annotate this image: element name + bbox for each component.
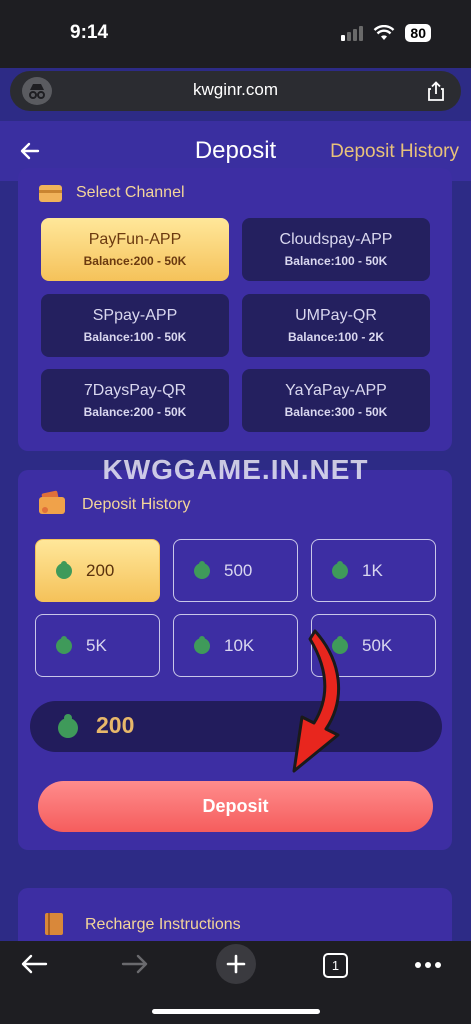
battery-indicator: 80 <box>405 24 431 42</box>
channel-balance: Balance:200 - 50K <box>83 254 187 268</box>
deposit-amount-title: Deposit History <box>82 496 191 513</box>
plus-icon <box>226 954 246 974</box>
deposit-button[interactable]: Deposit <box>38 781 433 832</box>
home-indicator <box>152 1009 320 1014</box>
browser-forward-icon[interactable] <box>121 952 149 976</box>
amount-label: 10K <box>224 636 255 655</box>
channel-name: SPpay-APP <box>92 307 178 324</box>
channel-name: 7DaysPay-QR <box>83 382 187 399</box>
channel-name: YaYaPay-APP <box>285 382 387 399</box>
amount-label: 50K <box>362 636 393 655</box>
channel-umpay-qr[interactable]: UMPay-QR Balance:100 - 2K <box>242 294 430 357</box>
select-channel-title: Select Channel <box>76 184 185 201</box>
channel-sppay-app[interactable]: SPpay-APP Balance:100 - 50K <box>41 294 229 357</box>
channel-yayapay-app[interactable]: YaYaPay-APP Balance:300 - 50K <box>242 369 430 432</box>
new-tab-button[interactable] <box>216 944 256 984</box>
channel-payfun-app[interactable]: PayFun-APP Balance:200 - 50K <box>41 218 229 281</box>
cellular-signal-icon <box>341 25 364 41</box>
recharge-instructions-title: Recharge Instructions <box>85 916 241 933</box>
money-bag-icon <box>194 636 210 654</box>
channel-balance: Balance:300 - 50K <box>284 405 388 419</box>
more-options-icon[interactable] <box>414 961 442 969</box>
wallet-card-icon <box>39 185 62 202</box>
money-bag-icon <box>56 636 72 654</box>
channel-card: Select Channel PayFun-APP Balance:200 - … <box>18 168 452 451</box>
amount-label: 5K <box>86 636 107 655</box>
red-arrow-annotation <box>292 629 340 773</box>
book-icon <box>45 913 63 935</box>
channel-balance: Balance:100 - 50K <box>284 254 388 268</box>
money-bag-icon <box>58 714 78 738</box>
share-icon[interactable] <box>427 81 445 101</box>
channel-7dayspay-qr[interactable]: 7DaysPay-QR Balance:200 - 50K <box>41 369 229 432</box>
amount-option-5k[interactable]: 5K <box>35 614 160 677</box>
watermark: KWGGAME.IN.NET <box>102 454 369 485</box>
deposit-history-link[interactable]: Deposit History <box>330 141 459 163</box>
status-bar: 9:14 80 <box>0 0 471 68</box>
amount-label: 1K <box>362 561 383 580</box>
channel-name: UMPay-QR <box>295 307 377 324</box>
amount-input-value: 200 <box>96 712 135 738</box>
browser-back-icon[interactable] <box>20 952 48 976</box>
amount-label: 200 <box>86 561 115 580</box>
amount-label: 500 <box>224 561 253 580</box>
wallet-icon <box>39 490 65 514</box>
tab-count-button[interactable]: 1 <box>323 953 348 978</box>
amount-option-200[interactable]: 200 <box>35 539 160 602</box>
channel-cloudspay-app[interactable]: Cloudspay-APP Balance:100 - 50K <box>242 218 430 281</box>
tab-count: 1 <box>331 958 340 973</box>
amount-option-500[interactable]: 500 <box>173 539 298 602</box>
address-bar[interactable]: kwginr.com <box>10 71 461 111</box>
money-bag-icon <box>56 561 72 579</box>
url-text[interactable]: kwginr.com <box>10 80 461 100</box>
money-bag-icon <box>194 561 210 579</box>
channel-name: PayFun-APP <box>88 231 182 248</box>
status-time: 9:14 <box>70 22 109 43</box>
wifi-icon <box>374 25 395 40</box>
status-icons: 80 <box>341 24 431 42</box>
amount-input[interactable]: 200 <box>30 701 442 752</box>
amount-option-1k[interactable]: 1K <box>311 539 436 602</box>
channel-balance: Balance:100 - 50K <box>83 330 187 344</box>
channel-balance: Balance:100 - 2K <box>287 330 385 344</box>
channel-balance: Balance:200 - 50K <box>83 405 187 419</box>
channel-name: Cloudspay-APP <box>279 231 393 248</box>
money-bag-icon <box>332 561 348 579</box>
